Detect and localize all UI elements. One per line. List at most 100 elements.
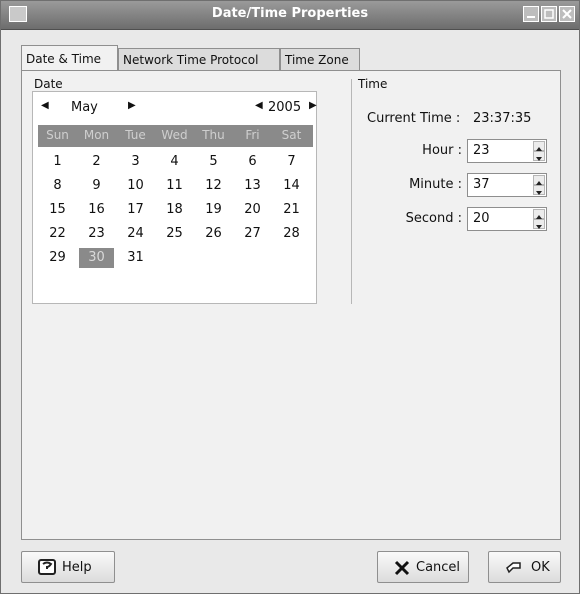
month-label: May — [71, 100, 98, 115]
calendar-empty-cell — [274, 248, 309, 268]
ok-button-label: OK — [531, 560, 550, 575]
dayname-thu: Thu — [202, 128, 225, 142]
calendar-day[interactable]: 29 — [40, 248, 75, 268]
date-section-label: Date — [34, 77, 63, 91]
ok-icon — [506, 562, 521, 574]
minute-value: 37 — [473, 177, 490, 192]
second-value: 20 — [473, 211, 490, 226]
second-decrement-button[interactable] — [533, 219, 545, 229]
dayname-sat: Sat — [281, 128, 302, 142]
calendar-day[interactable]: 8 — [40, 176, 75, 196]
calendar-day[interactable]: 22 — [40, 224, 75, 244]
calendar-day[interactable]: 28 — [274, 224, 309, 244]
calendar-day[interactable]: 17 — [118, 200, 153, 220]
hour-decrement-button[interactable] — [533, 151, 545, 161]
chevron-down-icon — [536, 225, 542, 229]
calendar-day[interactable]: 12 — [196, 176, 231, 196]
calendar-day[interactable]: 16 — [79, 200, 114, 220]
minimize-button[interactable] — [523, 6, 539, 22]
calendar-day[interactable]: 20 — [235, 200, 270, 220]
second-increment-button[interactable] — [533, 209, 545, 219]
dayname-sun: Sun — [46, 128, 69, 142]
cancel-button[interactable]: Cancel — [377, 551, 469, 583]
prev-month-icon[interactable]: ◀ — [41, 100, 49, 111]
calendar-day[interactable]: 9 — [79, 176, 114, 196]
tab-date-time[interactable]: Date & Time — [21, 45, 118, 71]
year-label: 2005 — [268, 100, 302, 115]
help-button-label: Help — [62, 560, 92, 575]
calendar-day[interactable]: 1 — [40, 152, 75, 172]
minimize-icon — [527, 16, 535, 18]
close-icon — [562, 9, 572, 19]
calendar-day[interactable]: 18 — [157, 200, 192, 220]
calendar-day[interactable]: 10 — [118, 176, 153, 196]
dayname-tue: Tue — [125, 128, 146, 142]
minute-spinbutton[interactable]: 37 — [467, 173, 547, 197]
calendar-day-header: Sun Mon Tue Wed Thu Fri Sat — [38, 125, 313, 147]
calendar-day[interactable]: 3 — [118, 152, 153, 172]
next-month-icon[interactable]: ▶ — [128, 100, 136, 111]
second-row: Second : 20 — [352, 207, 552, 233]
calendar-empty-cell — [157, 248, 192, 268]
calendar-day[interactable]: 6 — [235, 152, 270, 172]
minute-label: Minute : — [409, 177, 462, 192]
next-year-icon[interactable]: ▶ — [309, 100, 317, 111]
button-bar: Help Cancel OK — [21, 551, 561, 587]
hour-spinbutton[interactable]: 23 — [467, 139, 547, 163]
dayname-wed: Wed — [161, 128, 188, 142]
calendar-day[interactable]: 31 — [118, 248, 153, 268]
calendar-day[interactable]: 26 — [196, 224, 231, 244]
dayname-fri: Fri — [245, 128, 260, 142]
minute-row: Minute : 37 — [352, 173, 552, 199]
calendar-day[interactable]: 24 — [118, 224, 153, 244]
hour-label: Hour : — [422, 143, 462, 158]
hour-row: Hour : 23 — [352, 139, 552, 165]
calendar-day[interactable]: 4 — [157, 152, 192, 172]
calendar-empty-cell — [196, 248, 231, 268]
calendar-day[interactable]: 7 — [274, 152, 309, 172]
help-icon — [38, 559, 56, 575]
current-time-label: Current Time : — [367, 111, 461, 126]
calendar-day[interactable]: 15 — [40, 200, 75, 220]
time-section-label: Time — [358, 77, 388, 91]
tab-time-zone[interactable]: Time Zone — [280, 48, 360, 70]
calendar[interactable]: ◀ May ▶ ◀ 2005 ▶ Sun Mon Tue Wed Thu Fri Sat 1… — [32, 91, 317, 304]
tab-panel-date-time: Date ◀ May ▶ ◀ 2005 ▶ Sun Mon Tue Wed Thu Fri… — [21, 70, 561, 540]
ok-button[interactable]: OK — [488, 551, 561, 583]
calendar-day[interactable]: 5 — [196, 152, 231, 172]
calendar-day[interactable]: 25 — [157, 224, 192, 244]
calendar-day[interactable]: 30 — [79, 248, 114, 268]
dayname-mon: Mon — [83, 128, 110, 142]
second-spinbutton[interactable]: 20 — [467, 207, 547, 231]
calendar-navigation: ◀ May ▶ ◀ 2005 ▶ — [33, 100, 318, 120]
calendar-day[interactable]: 21 — [274, 200, 309, 220]
prev-year-icon[interactable]: ◀ — [255, 100, 263, 111]
chevron-down-icon — [536, 157, 542, 161]
second-label: Second : — [405, 211, 462, 226]
maximize-icon — [544, 9, 554, 19]
cancel-button-label: Cancel — [416, 560, 461, 575]
maximize-button[interactable] — [541, 6, 557, 22]
tab-network-time-protocol[interactable]: Network Time Protocol — [118, 48, 280, 70]
hour-increment-button[interactable] — [533, 141, 545, 151]
date-time-properties-window: Date/Time Properties Date & Time Network… — [0, 0, 580, 594]
calendar-day[interactable]: 19 — [196, 200, 231, 220]
minute-decrement-button[interactable] — [533, 185, 545, 195]
help-button[interactable]: Help — [21, 551, 115, 583]
calendar-day[interactable]: 14 — [274, 176, 309, 196]
hour-value: 23 — [473, 143, 490, 158]
current-time-value: 23:37:35 — [473, 111, 532, 126]
time-section: Time Current Time : 23:37:35 Hour : 23 M… — [352, 71, 552, 301]
minute-increment-button[interactable] — [533, 175, 545, 185]
window-title: Date/Time Properties — [211, 6, 369, 21]
calendar-day[interactable]: 23 — [79, 224, 114, 244]
calendar-day[interactable]: 13 — [235, 176, 270, 196]
calendar-day[interactable]: 2 — [79, 152, 114, 172]
title-bar[interactable]: Date/Time Properties — [1, 1, 579, 30]
close-button[interactable] — [559, 6, 575, 22]
calendar-empty-cell — [235, 248, 270, 268]
chevron-down-icon — [536, 191, 542, 195]
calendar-day[interactable]: 11 — [157, 176, 192, 196]
cancel-icon — [394, 560, 410, 576]
calendar-day[interactable]: 27 — [235, 224, 270, 244]
